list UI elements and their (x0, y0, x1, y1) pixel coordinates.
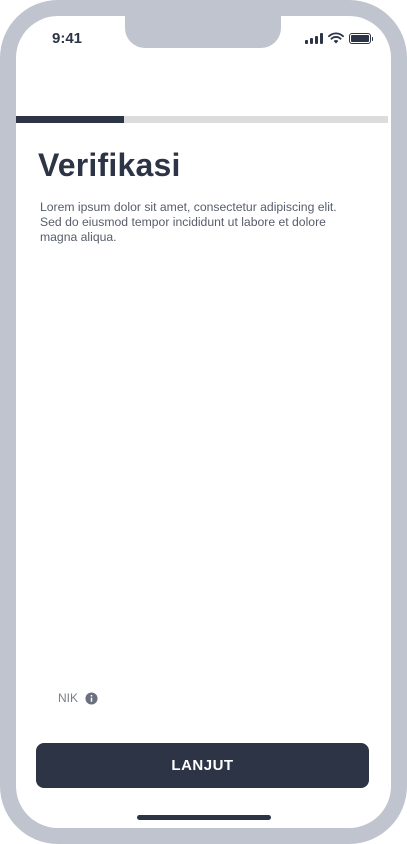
home-indicator (137, 815, 271, 820)
screen: 9:41 Verifikasi Lorem ipsum dolor sit am… (16, 16, 391, 828)
next-button[interactable]: LANJUT (36, 743, 369, 788)
progress-bar (16, 116, 388, 123)
nik-label-text: NIK (58, 691, 79, 705)
notch (125, 16, 281, 48)
phone-frame: 9:41 Verifikasi Lorem ipsum dolor sit am… (0, 0, 407, 844)
page-description: Lorem ipsum dolor sit amet, consectetur … (40, 200, 337, 244)
progress-fill (16, 116, 124, 123)
status-icons (305, 32, 373, 44)
battery-icon (349, 32, 373, 44)
signal-icon (305, 32, 323, 44)
wifi-icon (328, 32, 344, 44)
page-title: Verifikasi (38, 147, 181, 183)
info-icon[interactable] (85, 691, 98, 705)
nik-field-label: NIK (58, 691, 98, 705)
status-time: 9:41 (52, 30, 83, 47)
